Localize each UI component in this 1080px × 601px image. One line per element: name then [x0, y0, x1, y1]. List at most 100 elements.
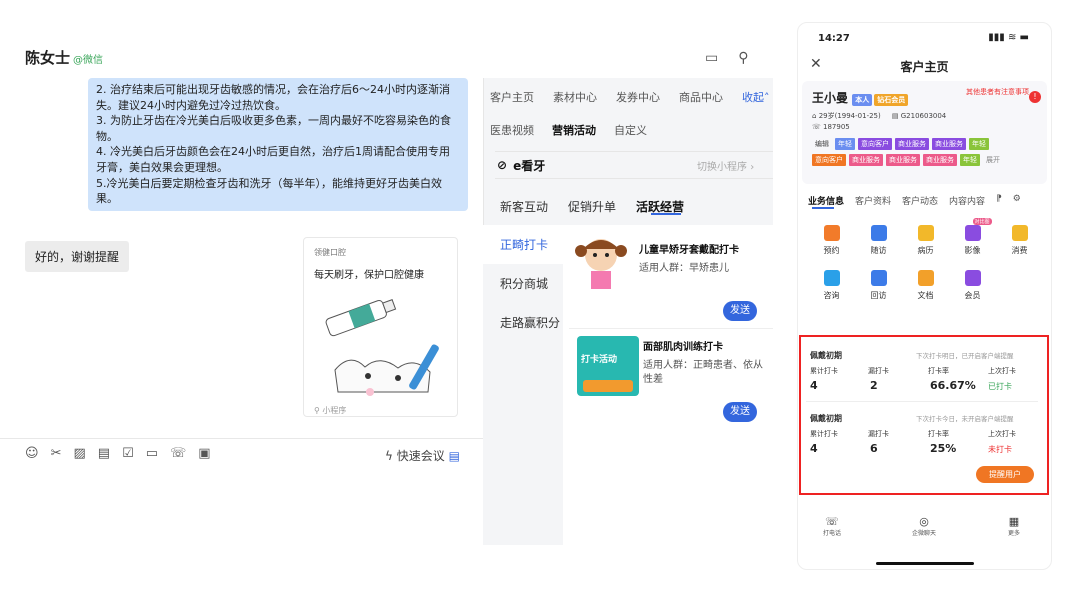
side-item-points-mall[interactable]: 积分商城: [483, 264, 563, 303]
tab-coupon[interactable]: 发券中心: [616, 89, 660, 105]
page-title: 客户主页: [900, 60, 949, 74]
tab-activity[interactable]: 客户动态: [902, 194, 938, 207]
grid-item-label: 病历: [917, 246, 934, 255]
side-item-walk-points[interactable]: 走路赢积分: [483, 303, 563, 342]
document-icon[interactable]: ▤: [98, 446, 110, 461]
tab-customer-home[interactable]: 客户主页: [490, 89, 534, 105]
grid-icon: ▦: [1008, 515, 1020, 528]
tag-self: 本人: [852, 94, 873, 106]
send-button[interactable]: 发送: [723, 301, 757, 321]
divider: [806, 401, 1038, 402]
edit-button[interactable]: 编辑: [812, 138, 832, 150]
stat-label: 累计打卡: [810, 367, 838, 375]
tab-content[interactable]: 内容内容: [949, 194, 985, 207]
tag: 意向客户: [858, 138, 892, 150]
phone-frame: 14:27 ▮▮▮ ≋ ▬ ✕ 客户主页 王小曼 本人 钻石会员 其他患者有注意事…: [797, 22, 1052, 570]
grid-item[interactable]: 对比图 影像: [949, 218, 996, 256]
grid-item[interactable]: 病历: [902, 225, 949, 256]
tab-promotion[interactable]: 促销升单: [568, 198, 616, 215]
grid-item-label: 回访: [870, 291, 887, 300]
sidebar-toggle-icon[interactable]: ▤: [449, 449, 460, 463]
chat-title: 陈女士 @微信: [25, 47, 103, 68]
contact-name: 陈女士: [25, 49, 71, 67]
grid-item-icon: [964, 270, 981, 286]
video-call-icon[interactable]: ▭: [705, 50, 718, 66]
checkin-name: 佩戴初期: [810, 351, 842, 360]
grid-item-label: 文档: [917, 291, 934, 300]
collapse-button[interactable]: 收起˄: [742, 89, 770, 105]
message-line: 4. 冷光美白后牙齿颜色会在24小时后更自然，治疗后1周请配合使用专用牙膏，美白…: [96, 145, 450, 174]
grid-item[interactable]: 会员: [949, 270, 996, 301]
bottom-more[interactable]: ▦ 更多: [994, 515, 1034, 537]
activity-audience: 适用人群：早矫患儿: [639, 263, 729, 274]
grid-item-label: 会员: [964, 291, 981, 300]
grid-item-icon: [917, 270, 934, 286]
checkin-name: 佩戴初期: [810, 414, 842, 423]
quick-meeting-button[interactable]: ϟ 快速会议 ▤: [385, 447, 460, 464]
chat-icon: ◎: [919, 515, 929, 528]
tab-new-customer[interactable]: 新客互动: [500, 198, 548, 215]
lightning-icon: ϟ: [385, 449, 393, 463]
grid-item[interactable]: 文档: [902, 270, 949, 301]
remind-user-button[interactable]: 提醒用户: [976, 466, 1034, 483]
function-grid: 预约随访 病历 对比图 影像消费咨询回访 文档 会员: [808, 218, 1043, 301]
expand-button[interactable]: 展开: [983, 154, 1003, 166]
reply-bubble: 好的，谢谢提醒: [25, 241, 130, 272]
screenshot-icon[interactable]: ✂: [51, 446, 62, 461]
add-member-icon[interactable]: ⚲: [738, 50, 748, 66]
more-tabs-icon[interactable]: ⁋: [996, 194, 1002, 207]
image-icon[interactable]: ▨: [73, 446, 85, 461]
emoji-icon[interactable]: ☺: [25, 446, 39, 461]
message-line: 2. 治疗结束后可能出现牙齿敏感的情况，会在治疗后6～24小时内逐渐消失。建议2…: [96, 83, 450, 112]
bottom-call[interactable]: ☏ 打电话: [812, 515, 852, 537]
grid-item[interactable]: 随访: [855, 225, 902, 256]
tab-products[interactable]: 商品中心: [679, 89, 723, 105]
tag: 商业服务: [886, 154, 920, 166]
card-title: 每天刷牙，保护口腔健康: [314, 270, 424, 281]
grid-item-icon: [1011, 225, 1028, 241]
folder-icon[interactable]: ▭: [146, 446, 158, 461]
profile-card: 王小曼 本人 钻石会员 其他患者有注意事项 ! ⌂ 29岁(1994-01-25)…: [802, 81, 1047, 184]
bottom-chat[interactable]: ◎ 企微聊天: [904, 515, 944, 537]
grid-item[interactable]: 预约: [808, 225, 855, 256]
checkin-rate: 66.67%: [930, 379, 976, 392]
tag: 商业服务: [932, 138, 966, 150]
tab-marketing[interactable]: 营销活动: [552, 122, 596, 138]
gear-icon[interactable]: ⚙: [1013, 194, 1021, 207]
tag: 商业服务: [895, 138, 929, 150]
grid-item[interactable]: 咨询: [808, 270, 855, 301]
signal-icon: ▮▮▮: [988, 32, 1005, 43]
tab-videos[interactable]: 医患视频: [490, 122, 534, 138]
battery-icon: ▬: [1019, 32, 1029, 43]
decor: [583, 380, 633, 392]
tab-business[interactable]: 业务信息: [808, 194, 844, 207]
phone-call-icon: ☏: [825, 515, 839, 528]
last-checkin-status: 未打卡: [988, 445, 1012, 454]
activity-audience: 适用人群：正畸患者、依从性差: [643, 360, 763, 385]
grid-item[interactable]: 回访: [855, 270, 902, 301]
task-icon[interactable]: ☑: [122, 446, 134, 461]
grid-item-label: 消费: [1011, 246, 1028, 255]
tag: 商业服务: [923, 154, 957, 166]
grid-item[interactable]: 消费: [996, 225, 1043, 256]
mini-program-card[interactable]: 领健口腔 每天刷牙，保护口腔健康 ⚲ 小程序: [303, 237, 458, 417]
grid-item-label: 随访: [870, 246, 887, 255]
home-icon: ⌂: [812, 112, 817, 120]
tab-profile[interactable]: 客户资料: [855, 194, 891, 207]
activity-image-text: 打卡活动: [581, 355, 618, 365]
notice-text[interactable]: 其他患者有注意事项: [966, 87, 1029, 97]
activity-list: 儿童早矫牙套戴配打卡 适用人群：早矫患儿 发送 打卡活动 面部肌肉训练打卡 适用…: [563, 225, 773, 545]
link-icon: ⚲: [314, 406, 320, 415]
schedule-icon[interactable]: ▣: [198, 446, 210, 461]
side-item-ortho-checkin[interactable]: 正畸打卡: [483, 225, 563, 264]
phone-icon[interactable]: ☏: [170, 446, 186, 461]
grid-item-badge: 对比图: [972, 218, 992, 225]
tab-material[interactable]: 素材中心: [553, 89, 597, 105]
activity-image: 打卡活动: [577, 336, 639, 396]
stat-label: 漏打卡: [868, 430, 889, 438]
tag: 商业服务: [849, 154, 883, 166]
switch-miniprogram-link[interactable]: 切换小程序 ›: [697, 158, 754, 173]
tab-custom[interactable]: 自定义: [614, 122, 647, 138]
tag-row: 编辑 年轻 意向客户 商业服务 商业服务 年轻: [812, 138, 989, 150]
send-button[interactable]: 发送: [723, 402, 757, 422]
